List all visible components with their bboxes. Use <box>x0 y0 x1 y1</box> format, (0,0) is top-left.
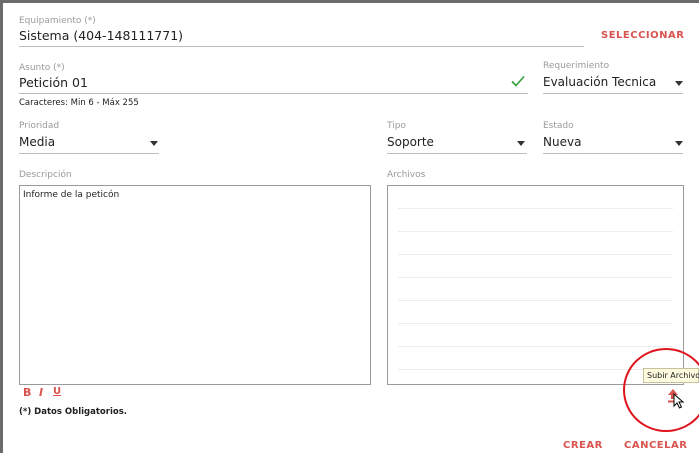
underline-button[interactable]: U <box>53 386 61 397</box>
description-editor[interactable]: Informe de la peticón <box>19 185 371 385</box>
file-list-row <box>398 323 673 324</box>
subject-input[interactable]: Petición 01 <box>19 75 88 90</box>
status-underline <box>543 153 683 154</box>
mouse-cursor-icon <box>673 392 685 409</box>
files-list[interactable] <box>387 185 684 385</box>
files-label: Archivos <box>387 170 426 180</box>
file-list-row <box>398 346 673 347</box>
file-list-row <box>398 300 673 301</box>
chevron-down-icon <box>675 141 683 146</box>
subject-label: Asunto (*) <box>19 63 65 73</box>
status-value: Nueva <box>543 135 582 149</box>
bold-button[interactable]: B <box>23 386 31 399</box>
file-list-row <box>398 277 673 278</box>
chevron-down-icon <box>150 141 158 146</box>
italic-button[interactable]: I <box>39 386 43 399</box>
file-list-row <box>398 231 673 232</box>
cancel-button[interactable]: CANCELAR <box>624 440 687 451</box>
priority-label: Prioridad <box>19 121 60 131</box>
type-value: Soporte <box>387 135 434 149</box>
subject-underline <box>19 93 528 94</box>
chevron-down-icon <box>517 141 525 146</box>
select-equipment-button[interactable]: SELECCIONAR <box>601 30 684 41</box>
status-label: Estado <box>543 121 574 131</box>
priority-value: Media <box>19 135 56 149</box>
description-label: Descripción <box>19 170 72 180</box>
description-text: Informe de la peticón <box>23 190 120 200</box>
type-label: Tipo <box>387 121 406 131</box>
requirement-value: Evaluación Tecnica <box>543 75 657 89</box>
type-select[interactable]: Soporte <box>387 133 527 153</box>
create-request-dialog: Equipamiento (*) Sistema (404-148111771)… <box>3 3 699 453</box>
requirement-underline <box>543 93 683 94</box>
type-underline <box>387 153 527 154</box>
equipment-underline <box>19 46 584 47</box>
requirement-select[interactable]: Evaluación Tecnica <box>543 73 683 93</box>
subject-char-hint: Caracteres: Min 6 - Máx 255 <box>19 98 139 108</box>
requirement-label: Requerimiento <box>543 61 610 71</box>
required-fields-note: (*) Datos Obligatorios. <box>19 407 127 417</box>
equipment-label: Equipamiento (*) <box>19 16 96 26</box>
create-button[interactable]: CREAR <box>563 440 603 451</box>
priority-select[interactable]: Media <box>19 133 159 153</box>
status-select[interactable]: Nueva <box>543 133 683 153</box>
equipment-field[interactable]: Sistema (404-148111771) <box>19 28 183 43</box>
priority-underline <box>19 153 159 154</box>
check-icon <box>510 73 526 89</box>
chevron-down-icon <box>675 81 683 86</box>
highlight-circle <box>623 348 699 432</box>
upload-tooltip: Subir Archivo <box>643 368 699 383</box>
file-list-row <box>398 254 673 255</box>
file-list-row <box>398 208 673 209</box>
